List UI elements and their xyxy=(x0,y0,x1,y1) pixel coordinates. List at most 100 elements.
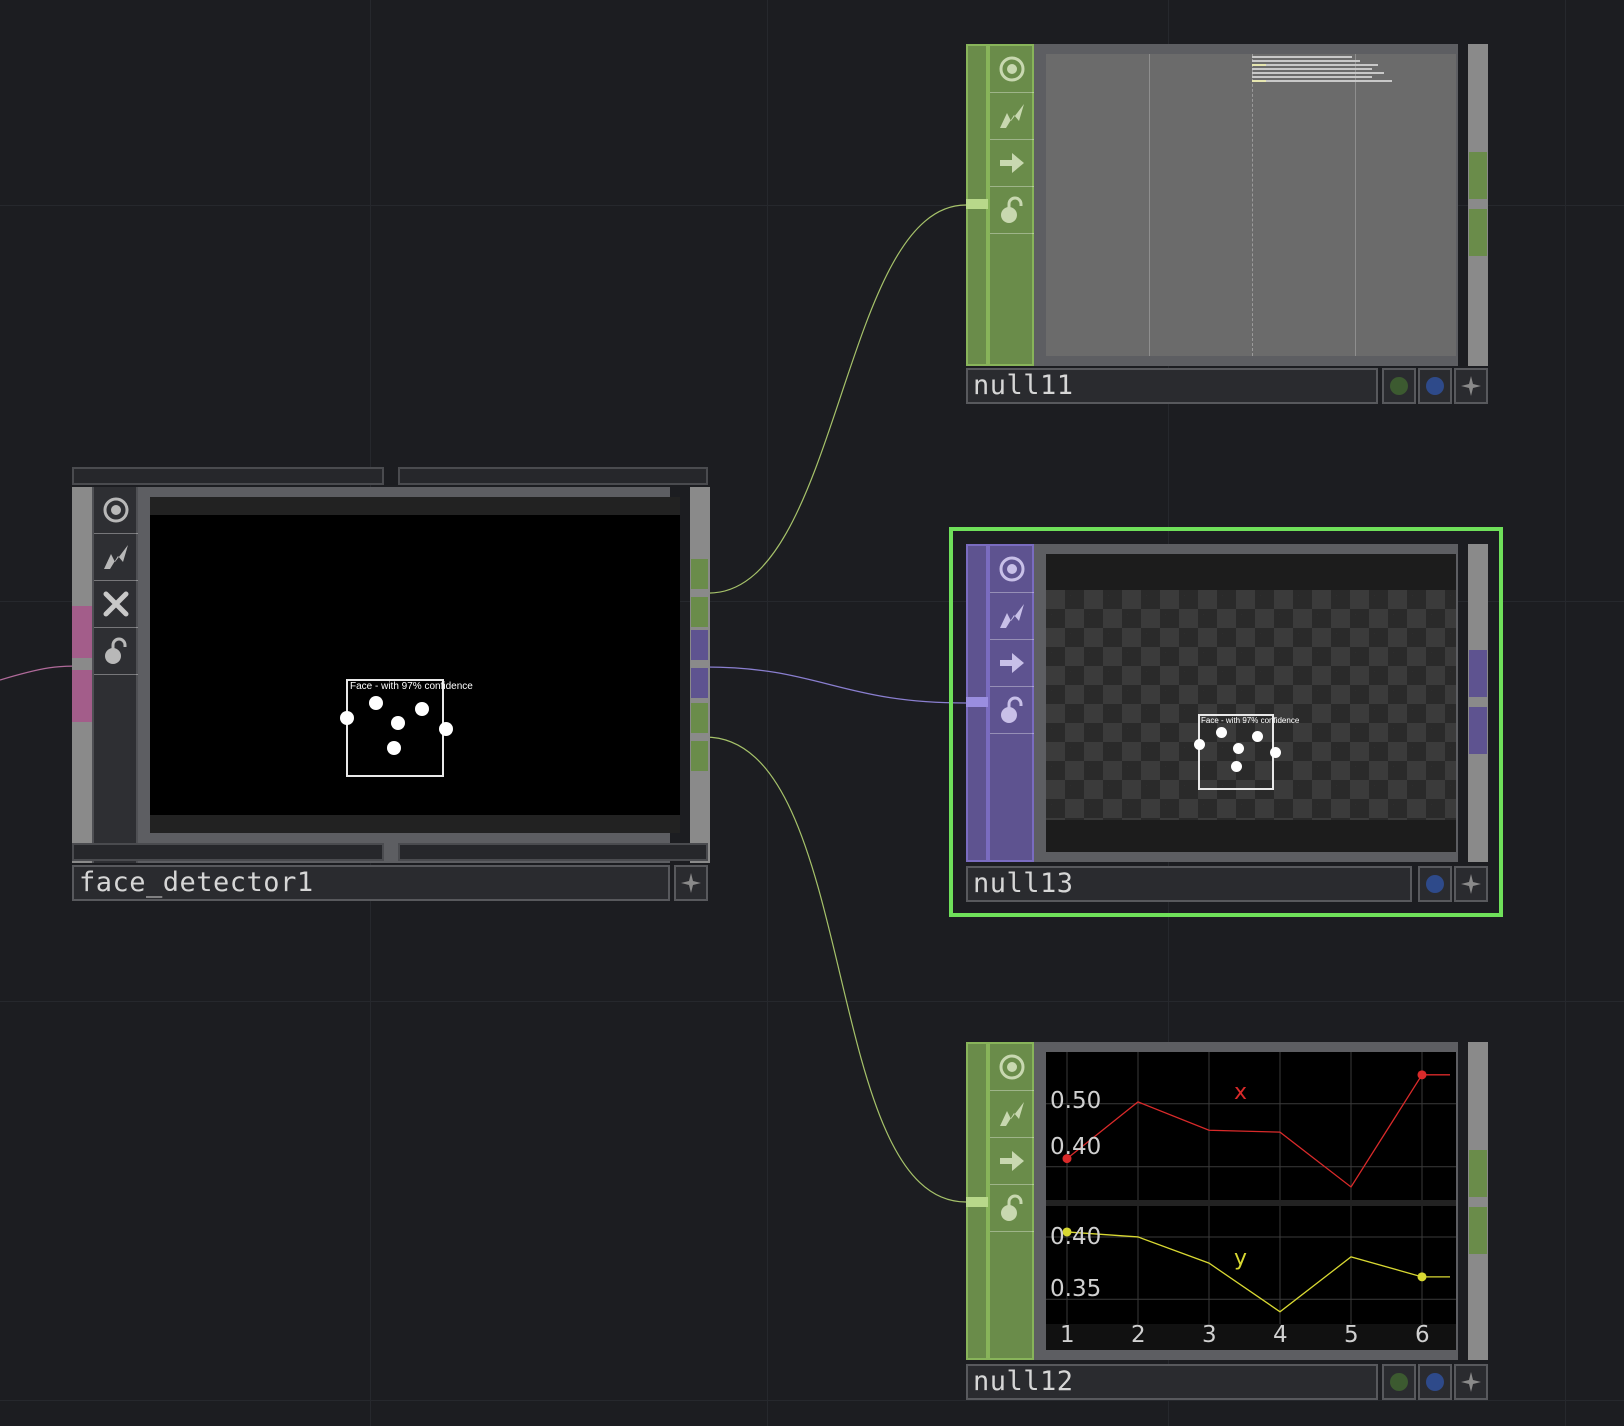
series-y-panel: 0.40 0.35 y xyxy=(1046,1206,1456,1324)
face-detector-node[interactable]: Face - with 97% confidence face_detector… xyxy=(70,467,710,902)
pin-star-icon xyxy=(681,873,701,893)
x-axis-bar: 1 2 3 4 5 6 xyxy=(1046,1322,1456,1350)
series-y-endpoint xyxy=(1417,1272,1427,1282)
display-flag-dot xyxy=(1426,875,1444,893)
lock-icon[interactable] xyxy=(990,687,1034,734)
viewer-icon[interactable] xyxy=(94,487,138,534)
face-detector-output-port-2[interactable] xyxy=(691,597,708,627)
landmark-dot xyxy=(1252,731,1263,742)
face-detector-output-port-5[interactable] xyxy=(691,703,708,733)
x-tick-1: 1 xyxy=(1060,1322,1075,1348)
landmark-dot xyxy=(1231,761,1242,772)
node-flag-button[interactable] xyxy=(1454,1364,1488,1400)
face-detector-output-port-4[interactable] xyxy=(691,668,708,698)
null11-output-strip xyxy=(1468,44,1488,366)
face-confidence-label: Face - with 97% confidence xyxy=(350,681,473,692)
cook-icon[interactable] xyxy=(94,534,138,581)
bypass-x-icon[interactable] xyxy=(94,581,138,628)
series-x-y-tick-2: 0.40 xyxy=(1050,1134,1102,1160)
null13-output-port-2[interactable] xyxy=(1469,707,1487,754)
x-tick-6: 6 xyxy=(1415,1322,1430,1348)
export-arrow-icon[interactable] xyxy=(990,640,1034,687)
node-flag-button[interactable] xyxy=(1454,866,1488,902)
cook-icon[interactable] xyxy=(990,593,1034,640)
lock-icon[interactable] xyxy=(990,1185,1034,1232)
series-y-y-tick-2: 0.35 xyxy=(1050,1276,1102,1302)
landmark-dot xyxy=(340,711,354,725)
series-x-label: x xyxy=(1234,1080,1248,1105)
pin-star-icon xyxy=(1461,1372,1481,1392)
landmark-dot xyxy=(439,722,453,736)
null11-input-port[interactable] xyxy=(966,199,988,209)
landmark-dot xyxy=(369,696,383,710)
landmark-dot xyxy=(1270,747,1281,758)
node-display-flag-button[interactable] xyxy=(1418,368,1452,404)
node-flag-button[interactable] xyxy=(674,865,708,901)
null11-icon-column xyxy=(988,44,1034,366)
series-x-y-tick-1: 0.50 xyxy=(1050,1088,1102,1114)
series-x-line xyxy=(1066,1074,1450,1188)
face-detector-output-port-3[interactable] xyxy=(691,630,708,660)
display-flag-dot xyxy=(1426,377,1444,395)
node-name-field[interactable]: face_detector1 xyxy=(72,865,670,901)
face-detector-output-port-1[interactable] xyxy=(691,559,708,589)
null13-output-port-1[interactable] xyxy=(1469,650,1487,697)
series-x-plot xyxy=(1046,1052,1456,1200)
wire-face-detector-to-null12 xyxy=(704,736,967,1203)
null13-viewer[interactable]: Face - with 97% confidence xyxy=(1046,554,1456,852)
cook-icon[interactable] xyxy=(990,93,1034,140)
null11-output-port-1[interactable] xyxy=(1469,152,1487,199)
cook-icon[interactable] xyxy=(990,1091,1034,1138)
null11-viewer[interactable] xyxy=(1046,54,1456,356)
null12-chart-viewer[interactable]: 0.50 0.40 x 0.40 0.35 y 1 2 3 4 5 6 xyxy=(1046,1052,1456,1350)
landmark-dot xyxy=(1216,727,1227,738)
wire-face-detector-to-null13 xyxy=(704,666,967,704)
node-display-flag-button[interactable] xyxy=(1418,866,1452,902)
node-name-field[interactable]: null12 xyxy=(966,1364,1378,1400)
x-tick-2: 2 xyxy=(1131,1322,1146,1348)
node-cook-flag-button[interactable] xyxy=(1382,1364,1416,1400)
series-y-label: y xyxy=(1234,1246,1248,1271)
landmark-dot xyxy=(391,716,405,730)
face-detector-bottom-tab-right xyxy=(398,843,708,861)
node-cook-flag-button[interactable] xyxy=(1382,368,1416,404)
null12-output-port-2[interactable] xyxy=(1469,1207,1487,1254)
node-display-flag-button[interactable] xyxy=(1418,1364,1452,1400)
x-tick-5: 5 xyxy=(1344,1322,1359,1348)
face-detector-viewer[interactable]: Face - with 97% confidence xyxy=(150,497,680,833)
lock-icon[interactable] xyxy=(94,628,138,675)
landmark-dot xyxy=(1233,743,1244,754)
null12-output-strip xyxy=(1468,1042,1488,1360)
node-name-field[interactable]: null11 xyxy=(966,368,1378,404)
pin-star-icon xyxy=(1461,874,1481,894)
face-detector-input-port-1[interactable] xyxy=(72,606,92,658)
export-arrow-icon[interactable] xyxy=(990,1138,1034,1185)
viewer-icon[interactable] xyxy=(990,1044,1034,1091)
null12-input-port[interactable] xyxy=(966,1197,988,1207)
cook-flag-dot xyxy=(1390,1373,1408,1391)
null13-node[interactable]: Face - with 97% confidence null13 xyxy=(966,544,1488,904)
null13-input-port[interactable] xyxy=(966,697,988,707)
node-flag-button[interactable] xyxy=(1454,368,1488,404)
landmark-dot xyxy=(387,741,401,755)
null13-output-strip xyxy=(1468,544,1488,862)
cook-flag-dot xyxy=(1390,377,1408,395)
node-name-field[interactable]: null13 xyxy=(966,866,1412,902)
null12-node[interactable]: 0.50 0.40 x 0.40 0.35 y 1 2 3 4 5 6 null… xyxy=(966,1042,1488,1402)
null12-icon-column xyxy=(988,1042,1034,1360)
null12-output-port-1[interactable] xyxy=(1469,1150,1487,1197)
viewer-icon[interactable] xyxy=(990,46,1034,93)
lock-icon[interactable] xyxy=(990,187,1034,234)
face-detector-top-tab-right xyxy=(398,467,708,485)
series-x-endpoint xyxy=(1417,1070,1427,1080)
null11-output-port-2[interactable] xyxy=(1469,209,1487,256)
viewer-icon[interactable] xyxy=(990,546,1034,593)
export-arrow-icon[interactable] xyxy=(990,140,1034,187)
x-tick-4: 4 xyxy=(1273,1322,1288,1348)
landmark-dot xyxy=(415,702,429,716)
null11-node[interactable]: null11 xyxy=(966,44,1488,404)
series-x-panel: 0.50 0.40 x xyxy=(1046,1052,1456,1200)
face-detector-input-port-2[interactable] xyxy=(72,670,92,722)
wire-face-detector-to-null11 xyxy=(704,204,967,594)
face-detector-output-port-6[interactable] xyxy=(691,741,708,771)
